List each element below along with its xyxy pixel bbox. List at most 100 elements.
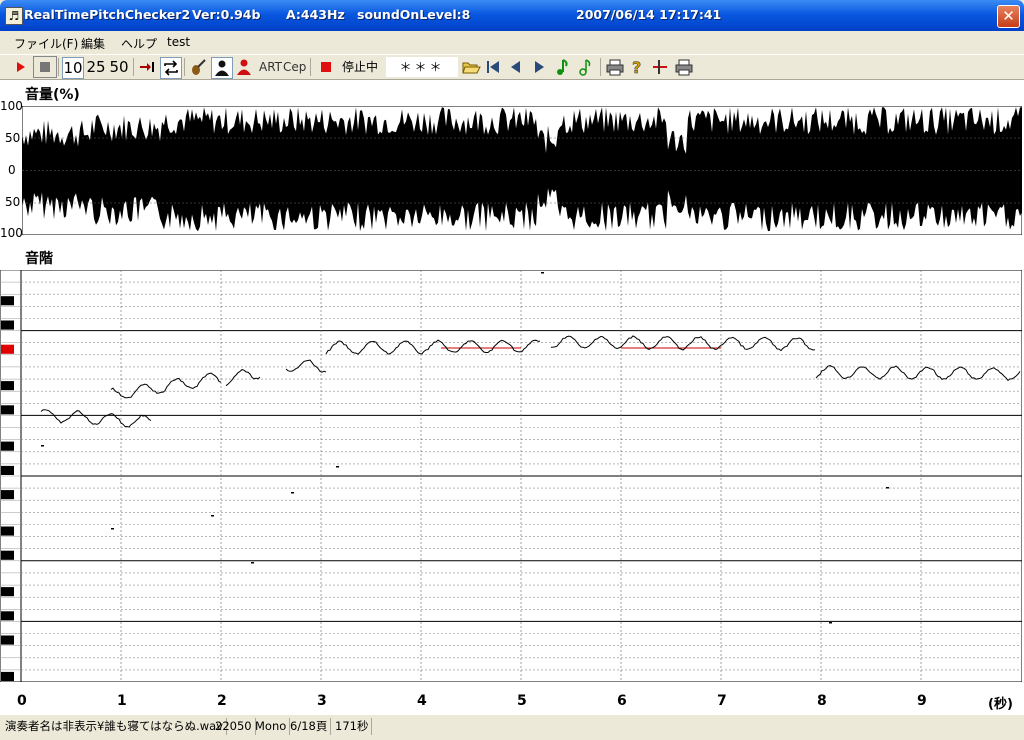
next-button[interactable] — [529, 57, 549, 77]
version-label: Ver:0.94b — [192, 7, 261, 22]
x-tick-label: 0 — [17, 693, 27, 709]
help-button[interactable]: ? — [627, 57, 647, 78]
note-outline-button[interactable] — [575, 57, 595, 77]
record-stop-indicator — [318, 57, 334, 77]
app-name: RealTimePitchChecker2 — [24, 7, 191, 22]
marker-button[interactable] — [650, 57, 670, 77]
volume-ytick: 100 — [0, 99, 23, 113]
skip-end-button[interactable] — [137, 57, 157, 77]
note-display: ＊＊＊ — [386, 57, 458, 77]
x-tick-label: 5 — [517, 693, 527, 709]
print2-button[interactable] — [673, 57, 695, 77]
piano-keyboard — [0, 270, 21, 682]
speed-25-button[interactable]: 25 — [85, 57, 107, 77]
status-sample-rate: 22050 — [212, 718, 256, 735]
pitch-dot — [111, 528, 114, 530]
piano-black-key — [1, 587, 14, 597]
loop-icon — [164, 60, 178, 76]
datetime-label: 2007/06/14 17:17:41 — [576, 7, 722, 22]
speed-50-button[interactable]: 50 — [108, 57, 130, 77]
loop-button[interactable] — [160, 57, 182, 79]
open-folder-button[interactable] — [460, 57, 482, 77]
x-tick-label: 2 — [217, 693, 227, 709]
pitch-dot — [211, 515, 214, 517]
menu-edit[interactable]: 編集 — [81, 35, 105, 52]
person-red-icon — [237, 59, 251, 75]
pitch-dot — [886, 487, 889, 489]
status-text: 停止中 — [341, 60, 378, 74]
status-page: 6/18頁 — [287, 718, 332, 735]
next-icon — [535, 61, 544, 73]
pitch-dot — [541, 272, 544, 274]
status-bar: 演奏者名は非表示¥誰も寝てはならぬ.wav 22050 Mono 6/18頁 1… — [0, 715, 1024, 740]
stop-button[interactable] — [33, 56, 57, 78]
singer-red-button[interactable] — [234, 57, 254, 77]
status-duration: 171秒 — [332, 718, 373, 735]
play-button[interactable] — [9, 57, 31, 77]
piano-black-key — [1, 671, 14, 681]
toolbar-separator — [600, 58, 601, 76]
piano-black-key — [1, 635, 14, 645]
piano-black-key — [1, 320, 14, 330]
toolbar-separator — [184, 58, 185, 76]
volume-ytick: 100 — [0, 226, 23, 240]
app-icon[interactable]: ♬ — [5, 7, 23, 25]
toolbar-separator — [58, 58, 59, 76]
x-tick-label: 3 — [317, 693, 327, 709]
question-icon: ? — [632, 58, 642, 78]
pitch-dot — [336, 466, 339, 468]
piano-key-active — [1, 344, 14, 354]
marker-icon — [653, 60, 667, 74]
piano-black-key — [1, 296, 14, 306]
menu-test[interactable]: test — [167, 35, 190, 49]
stop-square-icon — [321, 62, 331, 72]
pitch-graph — [21, 270, 1022, 682]
x-tick-label: 4 — [417, 693, 427, 709]
volume-waveform — [22, 106, 1022, 235]
x-tick-label: 7 — [717, 693, 727, 709]
print-button[interactable] — [604, 57, 626, 77]
volume-ytick: 0 — [8, 163, 16, 177]
status-channels: Mono — [252, 718, 291, 735]
status-filename: 演奏者名は非表示¥誰も寝てはならぬ.wav — [2, 718, 227, 735]
first-button[interactable] — [483, 57, 503, 77]
singer-button[interactable] — [211, 57, 233, 79]
pitch-dot — [41, 445, 44, 447]
toolbar-separator — [133, 58, 134, 76]
a-frequency-label: A:443Hz — [286, 7, 345, 22]
note-green-button[interactable] — [552, 57, 572, 77]
pitch-dot — [251, 562, 254, 564]
prev-icon — [511, 61, 520, 73]
close-button[interactable]: ✕ — [997, 5, 1020, 28]
skip-first-icon — [487, 61, 499, 73]
menu-file[interactable]: ファイル(F) — [14, 35, 78, 52]
volume-ytick: 50 — [5, 195, 21, 209]
piano-black-key — [1, 441, 14, 451]
piano-black-key — [1, 381, 14, 391]
pitch-dot — [291, 492, 294, 494]
svg-text:?: ? — [632, 58, 641, 77]
menu-help[interactable]: ヘルプ — [121, 35, 157, 52]
piano-black-key — [1, 526, 14, 536]
arrow-to-end-icon — [140, 62, 154, 72]
violin-button[interactable] — [188, 57, 208, 77]
prev-button[interactable] — [506, 57, 526, 77]
piano-black-key — [1, 611, 14, 621]
music-note-icon — [557, 59, 568, 75]
sound-level-label: soundOnLevel:8 — [357, 7, 471, 22]
toolbar: 10 25 50 ART Cep 停止中 ＊＊＊ ? — [0, 54, 1024, 80]
printer-icon — [606, 59, 624, 76]
piano-black-key — [1, 465, 14, 475]
x-tick-label: 6 — [617, 693, 627, 709]
volume-ytick: 50 — [5, 131, 21, 145]
speed-10-button[interactable]: 10 — [62, 57, 84, 79]
cep-button[interactable]: Cep — [283, 57, 306, 77]
music-note-outline-icon — [579, 59, 591, 76]
art-button[interactable]: ART — [259, 57, 282, 77]
close-icon: ✕ — [1002, 7, 1015, 25]
x-unit-label: (秒) — [988, 697, 1013, 712]
play-icon — [17, 62, 25, 72]
piano-black-key — [1, 405, 14, 415]
x-tick-label: 8 — [817, 693, 827, 709]
title-bar: ♬ RealTimePitchChecker2 Ver:0.94b A:443H… — [0, 0, 1024, 31]
